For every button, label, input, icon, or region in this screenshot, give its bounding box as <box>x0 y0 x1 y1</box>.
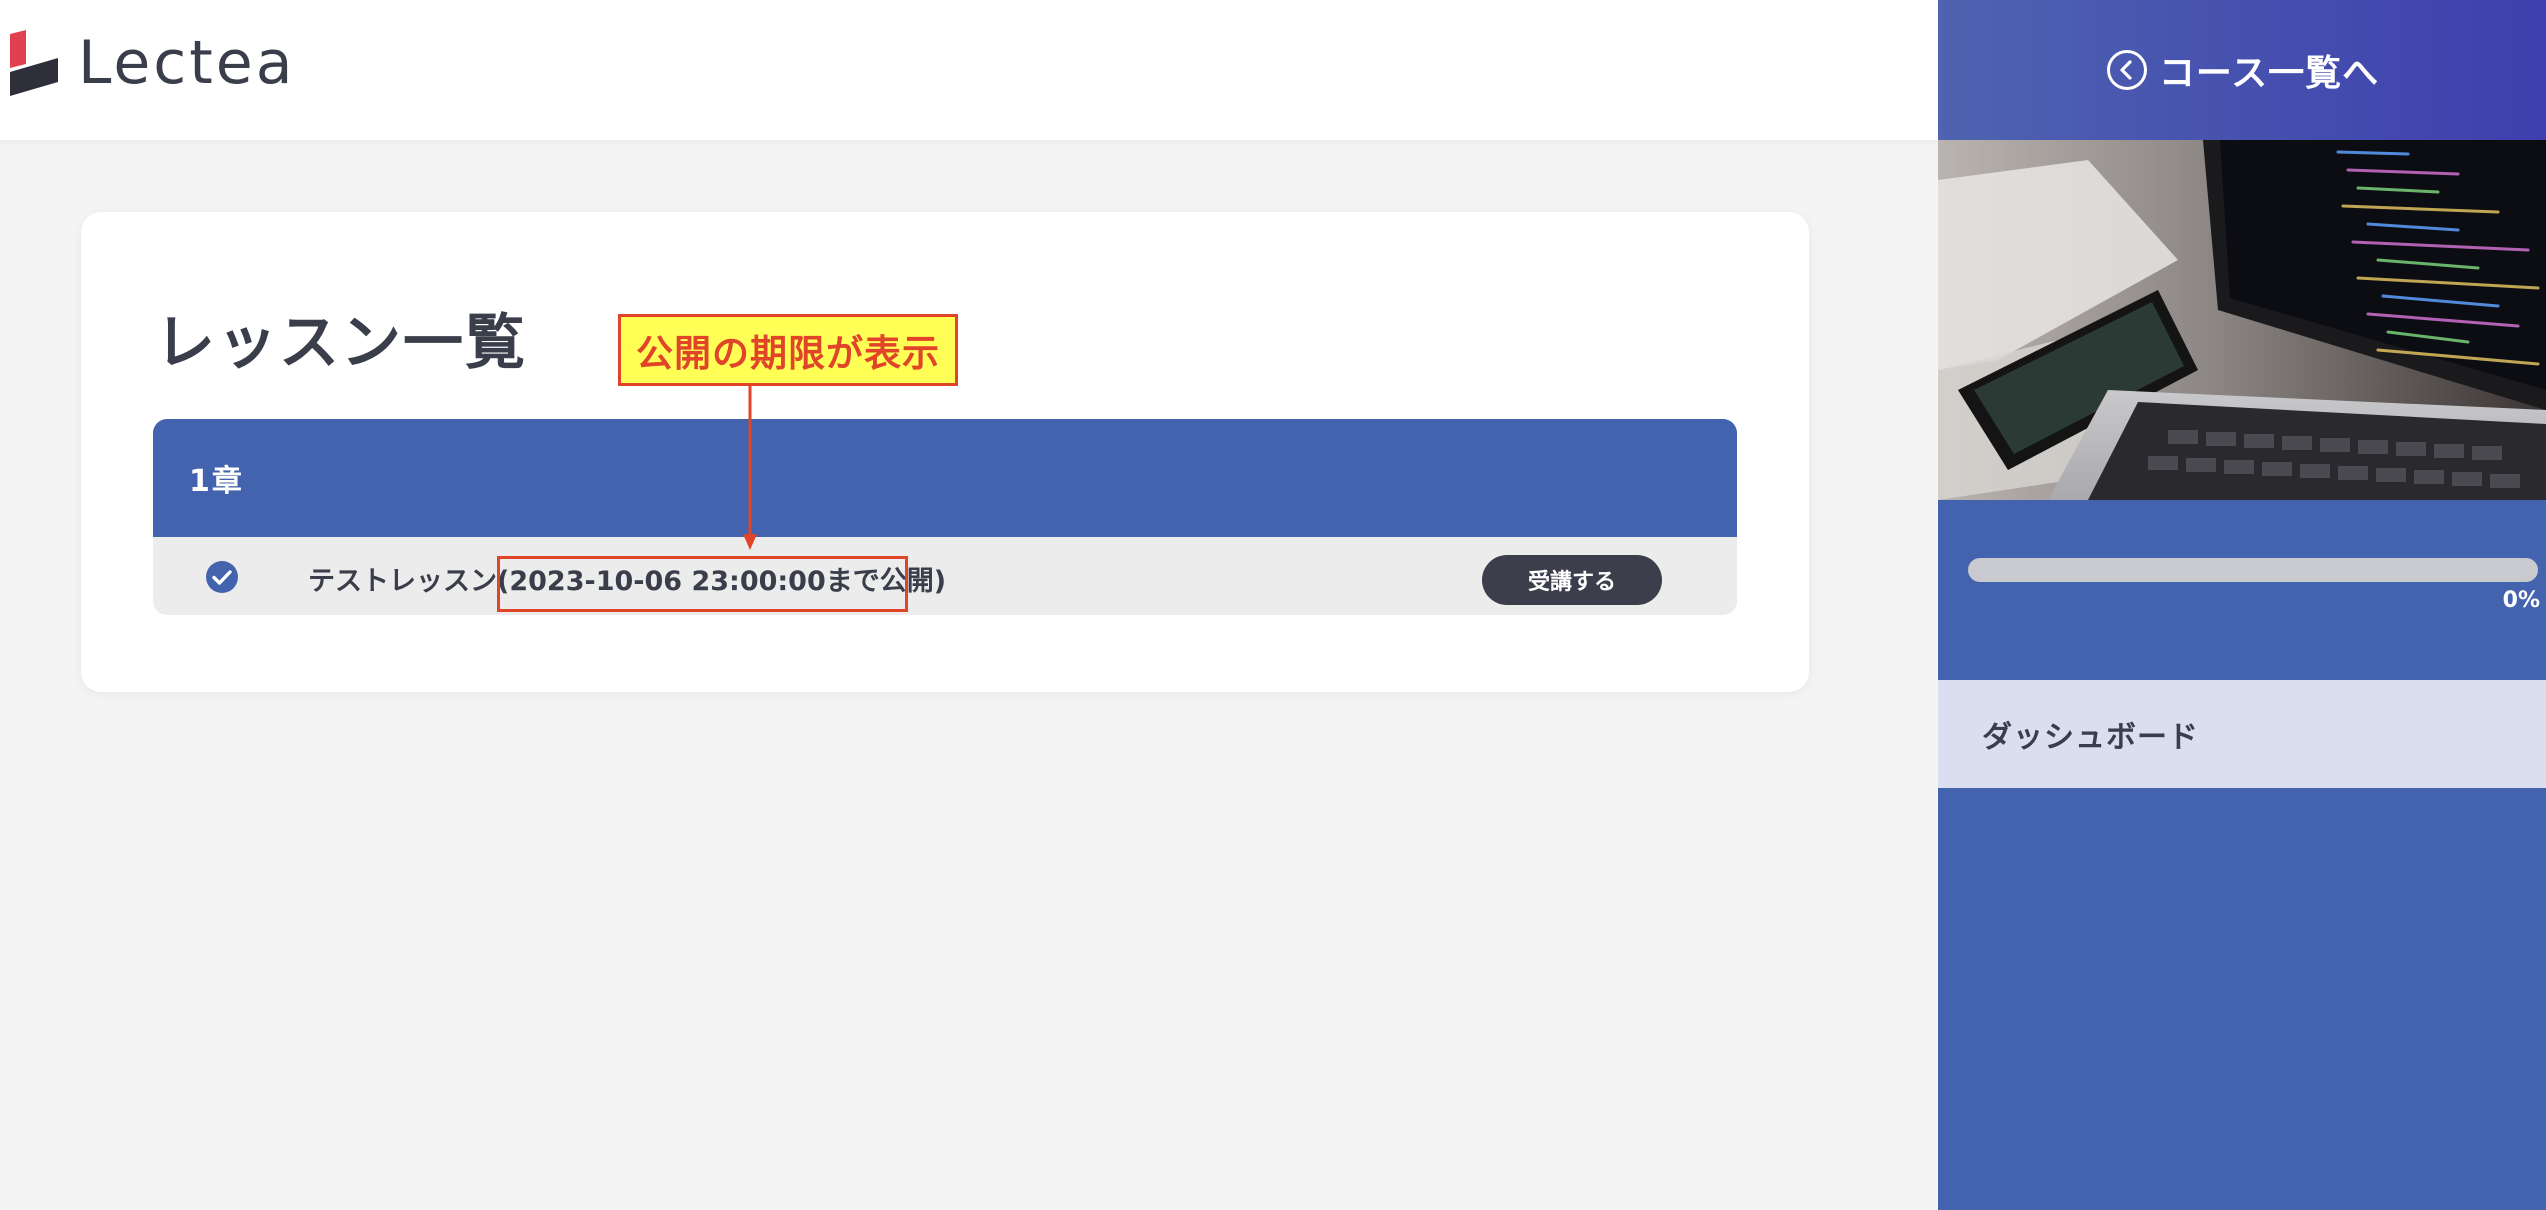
annotation-callout: 公開の期限が表示 <box>618 314 958 386</box>
take-lesson-button[interactable]: 受講する <box>1482 555 1662 605</box>
chapter-title: 1章 <box>189 464 244 499</box>
logo-mark-icon <box>10 30 58 96</box>
logo-text: Lectea <box>78 28 296 98</box>
lesson-list-card: レッスン一覧 1章 テストレッスン(2023-10-06 23:00:00まで公… <box>81 212 1809 692</box>
check-circle-icon <box>206 561 238 593</box>
back-to-courses-link[interactable]: コース一覧へ <box>2105 44 2379 96</box>
progress-area: 0% <box>1938 500 2546 680</box>
sidebar-item-label: ダッシュボード <box>1982 720 2199 755</box>
back-label: コース一覧へ <box>2158 53 2380 94</box>
chapter-section: 1章 テストレッスン(2023-10-06 23:00:00まで公開) 受講する <box>153 419 1737 615</box>
chapter-header[interactable]: 1章 <box>153 419 1737 537</box>
sidebar-item-dashboard[interactable]: ダッシュボード <box>1938 680 2546 788</box>
page-title: レッスン一覧 <box>155 308 527 378</box>
top-header: Lectea <box>0 0 1938 140</box>
progress-bar <box>1968 558 2538 582</box>
back-bar: コース一覧へ <box>1938 0 2546 140</box>
lesson-name: テストレッスン <box>308 566 497 597</box>
progress-label: 0% <box>2502 588 2540 613</box>
annotation-highlight-box <box>497 556 908 612</box>
annotation-arrow-icon <box>743 386 757 550</box>
logo[interactable]: Lectea <box>8 30 295 96</box>
chevron-left-circle-icon <box>2106 50 2147 90</box>
course-sidebar: コース一覧へ 0% ダッシュボード <box>1938 0 2546 1210</box>
course-thumbnail-image <box>1938 140 2546 500</box>
lesson-row[interactable]: テストレッスン(2023-10-06 23:00:00まで公開) 受講する <box>153 537 1737 615</box>
